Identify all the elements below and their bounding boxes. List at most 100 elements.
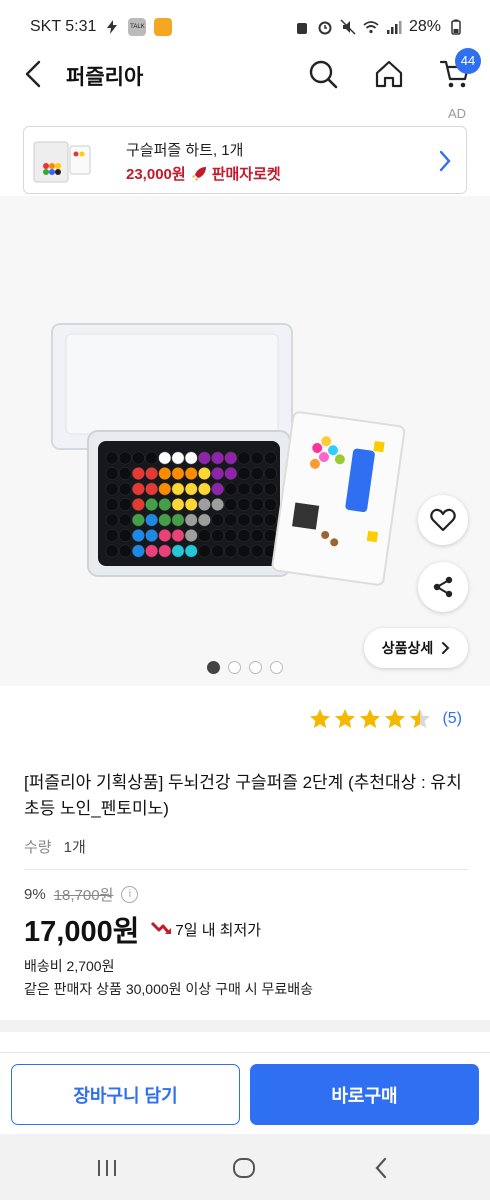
product-detail-label: 상품상세 — [381, 640, 434, 656]
wishlist-button[interactable] — [418, 495, 468, 545]
recent-apps-button[interactable] — [92, 1156, 122, 1180]
bead — [171, 529, 185, 542]
bead — [211, 544, 225, 558]
share-button[interactable] — [418, 562, 468, 612]
price-row: 17,000원 7일 내 최저가 — [24, 908, 261, 950]
bead — [263, 498, 277, 511]
bead — [211, 498, 225, 511]
chevron-right-icon — [442, 642, 450, 654]
pagination-dot[interactable] — [249, 661, 262, 674]
lowest-price-badge: 7일 내 최저가 — [151, 919, 261, 940]
bead — [263, 529, 277, 542]
bead — [224, 482, 238, 496]
bead — [224, 529, 238, 542]
bead — [211, 467, 225, 480]
pagination-dot[interactable] — [228, 661, 241, 674]
bead — [197, 544, 211, 558]
review-count-link[interactable]: (5) — [442, 710, 462, 728]
bead — [197, 482, 211, 496]
home-button[interactable] — [371, 56, 407, 92]
carrier-time: SKT 5:31 — [30, 18, 97, 35]
ad-banner[interactable]: 구슬퍼즐 하트, 1개 23,000원 판매자로켓 — [23, 126, 467, 194]
bead — [158, 451, 172, 465]
bead — [211, 513, 225, 527]
bead — [184, 498, 198, 511]
bead — [211, 482, 225, 496]
bead — [263, 482, 277, 496]
bead — [237, 467, 251, 480]
signal-icon — [386, 21, 402, 34]
ad-label: AD — [447, 106, 466, 121]
bead — [197, 498, 211, 511]
lowest-price-label: 7일 내 최저가 — [175, 921, 262, 939]
home-icon — [375, 60, 403, 88]
ad-price: 23,000원 — [126, 166, 186, 183]
bead — [131, 513, 145, 527]
bead — [184, 513, 198, 527]
bead — [224, 544, 238, 558]
bead — [237, 544, 251, 558]
bead — [237, 513, 251, 527]
bead — [211, 451, 225, 465]
star-icon — [410, 709, 431, 728]
bead — [263, 451, 277, 465]
back-nav-button[interactable] — [366, 1156, 396, 1180]
star-icon — [310, 709, 331, 728]
recent-apps-icon — [98, 1160, 116, 1176]
bead — [131, 529, 145, 542]
bead — [224, 451, 238, 465]
bead — [105, 482, 119, 496]
bead — [197, 451, 211, 465]
price-down-arrow-icon — [151, 921, 172, 934]
search-icon — [309, 60, 338, 89]
sale-price: 17,000원 — [24, 916, 140, 948]
home-nav-button[interactable] — [229, 1156, 259, 1180]
search-button[interactable] — [305, 56, 341, 92]
discount-rate: 9% — [24, 886, 46, 903]
info-icon[interactable]: i — [121, 886, 139, 903]
bead — [145, 482, 159, 496]
home-circle-icon — [233, 1158, 255, 1178]
bead — [131, 498, 145, 511]
bead — [158, 513, 172, 527]
mute-icon — [340, 19, 356, 35]
bead — [184, 544, 198, 558]
pagination-dot[interactable] — [270, 661, 283, 674]
food-app-icon — [154, 18, 173, 36]
pagination-dot[interactable] — [207, 661, 220, 674]
discount-row: 9% 18,700원 i — [24, 884, 139, 905]
bead — [197, 529, 211, 542]
battery-percent: 28% — [408, 18, 441, 35]
back-button[interactable] — [18, 58, 48, 90]
bead — [131, 544, 145, 558]
bead — [184, 451, 198, 465]
product-photo — [51, 323, 406, 586]
talk-badge-icon: TALK — [128, 18, 147, 36]
status-left: SKT 5:31 TALK — [30, 18, 173, 36]
rating-summary[interactable]: (5) — [309, 708, 462, 730]
bead — [237, 529, 251, 542]
bead — [145, 529, 159, 542]
bead — [145, 498, 159, 511]
rocket-icon — [191, 166, 206, 181]
original-price: 18,700원 — [53, 887, 114, 904]
bead — [105, 529, 119, 542]
bottom-action-bar: 장바구니 담기 바로구매 — [0, 1052, 490, 1134]
product-image-gallery[interactable]: 상품상세 — [0, 196, 490, 686]
bead — [184, 529, 198, 542]
bead — [171, 544, 185, 558]
ad-product-thumbnail — [33, 141, 91, 183]
bead — [118, 544, 132, 558]
bead — [184, 467, 198, 480]
bead — [118, 529, 132, 542]
bead — [131, 451, 145, 465]
bead — [145, 467, 159, 480]
star-icon — [360, 709, 381, 728]
back-nav-icon — [375, 1157, 387, 1179]
add-to-cart-button[interactable]: 장바구니 담기 — [11, 1064, 240, 1125]
bead — [184, 482, 198, 496]
buy-now-button[interactable]: 바로구매 — [250, 1064, 479, 1125]
lock-app-icon — [296, 23, 307, 34]
bead — [197, 513, 211, 527]
bead — [105, 451, 119, 465]
